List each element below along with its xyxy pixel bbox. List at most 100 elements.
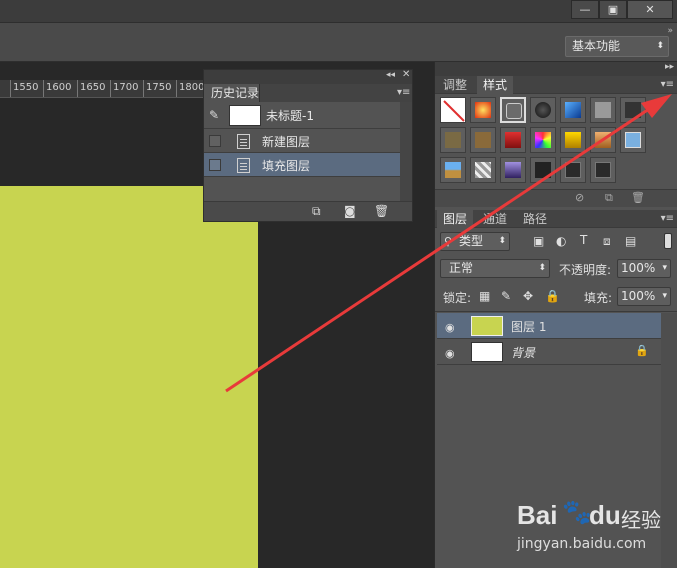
lock-icon: 🔒 — [635, 344, 649, 357]
adjustment-filter-icon[interactable]: ◐ — [556, 234, 566, 248]
ruler-tick: 1800 — [179, 82, 204, 93]
paw-icon: 🐾 — [562, 498, 592, 526]
style-none-swatch[interactable] — [440, 97, 466, 123]
chevron-updown-icon: ⬍ — [656, 41, 664, 51]
history-brush-icon: ✎ — [209, 108, 220, 122]
workspace-select[interactable]: 基本功能 ⬍ — [565, 36, 669, 57]
divider — [435, 311, 677, 312]
camera-icon[interactable]: ◙ — [344, 204, 356, 218]
tab-history[interactable]: 历史记录 — [204, 84, 260, 102]
style-swatch[interactable] — [440, 127, 466, 153]
shape-filter-icon[interactable]: ⧈ — [603, 234, 611, 249]
tab-adjustments[interactable]: 调整 — [437, 76, 473, 94]
styles-tabrow: 调整 样式 ▾≡ — [435, 76, 677, 94]
style-swatch-selected[interactable] — [500, 97, 526, 123]
watermark-cn: 经验 — [621, 508, 661, 532]
history-item[interactable]: 新建图层 — [204, 129, 400, 153]
collapse-icon[interactable]: » — [667, 26, 673, 36]
ruler-tick: 1750 — [146, 82, 172, 93]
opacity-value: 100% — [621, 261, 656, 275]
style-swatch[interactable] — [500, 127, 526, 153]
layer-name[interactable]: 图层 1 — [511, 318, 546, 335]
document-fill[interactable] — [0, 186, 258, 568]
fill-value: 100% — [621, 289, 656, 303]
blend-mode-select[interactable]: 正常 ⬍ — [440, 259, 550, 278]
history-item[interactable]: 填充图层 — [204, 153, 400, 177]
tab-channels[interactable]: 通道 — [477, 210, 513, 228]
eye-icon[interactable]: ◉ — [445, 321, 455, 334]
horizontal-ruler: 1550 1600 1650 1700 1750 1800 — [0, 80, 204, 98]
restore-button[interactable]: ▣ — [599, 0, 627, 19]
style-swatch[interactable] — [590, 127, 616, 153]
history-panel-header: ◂◂ ✕ — [204, 69, 412, 84]
new-style-icon[interactable]: ⧉ — [605, 191, 613, 205]
snapshot-thumbnail — [229, 105, 261, 126]
style-swatch[interactable] — [530, 157, 556, 183]
style-swatch[interactable] — [590, 157, 616, 183]
history-footer: ⧉ ◙ 🗑 — [204, 201, 412, 221]
eye-icon[interactable]: ◉ — [445, 347, 455, 360]
lock-transparency-icon[interactable]: ▦ — [479, 289, 490, 303]
style-swatch[interactable] — [500, 157, 526, 183]
expand-icon[interactable]: ▸▸ — [665, 62, 674, 72]
trash-icon[interactable]: 🗑 — [631, 191, 645, 204]
ruler-tick: 1550 — [13, 82, 39, 93]
layer-name[interactable]: 背景 — [511, 344, 535, 361]
layer-filter-select[interactable]: ⚲ 类型 ⬍ — [440, 232, 510, 251]
panel-menu-icon[interactable]: ▾≡ — [397, 87, 410, 98]
history-state-icon — [237, 134, 250, 149]
tab-styles[interactable]: 样式 — [477, 76, 514, 94]
style-swatch[interactable] — [560, 97, 586, 123]
panel-menu-icon[interactable]: ▾≡ — [661, 213, 674, 224]
style-swatch[interactable] — [620, 97, 646, 123]
panel-menu-icon[interactable]: ▾≡ — [661, 79, 674, 90]
style-swatch[interactable] — [470, 127, 496, 153]
type-filter-icon[interactable]: T — [580, 233, 587, 247]
trash-icon[interactable]: 🗑 — [374, 204, 389, 218]
filter-toggle[interactable] — [664, 233, 672, 249]
layer-row[interactable]: ◉ 背景 🔒 — [437, 339, 661, 365]
style-swatch[interactable] — [590, 97, 616, 123]
layer-thumbnail — [471, 342, 503, 362]
style-swatch[interactable] — [470, 157, 496, 183]
style-swatch[interactable] — [470, 97, 496, 123]
lock-pixels-icon[interactable]: ✎ — [501, 289, 511, 303]
style-swatch[interactable] — [560, 157, 586, 183]
history-snapshot[interactable]: ✎ 未标题-1 — [204, 102, 400, 129]
new-document-icon[interactable]: ⧉ — [312, 204, 321, 219]
lock-all-icon[interactable]: 🔒 — [545, 289, 560, 303]
opacity-input[interactable]: 100% ▾ — [617, 259, 671, 278]
style-swatch[interactable] — [530, 97, 556, 123]
ruler-tick: 1600 — [46, 82, 72, 93]
close-button[interactable]: ✕ — [627, 0, 673, 19]
search-icon: ⚲ — [444, 235, 453, 248]
style-swatch[interactable] — [560, 127, 586, 153]
history-scrollbar[interactable] — [400, 102, 412, 201]
snapshot-label: 未标题-1 — [266, 109, 314, 123]
lock-position-icon[interactable]: ✥ — [523, 289, 533, 303]
smart-object-filter-icon[interactable]: ▤ — [625, 234, 636, 248]
history-state-icon — [237, 158, 250, 173]
minimize-button[interactable]: — — [571, 0, 599, 19]
style-swatch[interactable] — [620, 127, 646, 153]
style-swatch[interactable] — [530, 127, 556, 153]
tab-layers[interactable]: 图层 — [437, 210, 474, 228]
ruler-tick: 1650 — [80, 82, 106, 93]
chevron-down-icon: ▾ — [662, 291, 667, 301]
watermark-brand: Bai — [517, 500, 558, 530]
clear-style-icon[interactable]: ⊘ — [575, 191, 584, 204]
close-icon[interactable]: ✕ — [402, 69, 410, 80]
baidu-watermark: Bai 🐾 du 经验 jingyan.baidu.com — [515, 492, 675, 564]
tab-paths[interactable]: 路径 — [517, 210, 553, 228]
watermark-brand-suffix: du — [589, 500, 621, 530]
layer-row[interactable]: ◉ 图层 1 — [437, 313, 661, 339]
fill-label: 填充: — [584, 291, 613, 305]
style-swatch[interactable] — [440, 157, 466, 183]
history-checkbox[interactable] — [209, 159, 221, 171]
workspace-label: 基本功能 — [572, 39, 621, 53]
ruler-tick: 1700 — [113, 82, 139, 93]
history-checkbox[interactable] — [209, 135, 221, 147]
fill-input[interactable]: 100% ▾ — [617, 287, 671, 306]
pixel-filter-icon[interactable]: ▣ — [533, 234, 544, 248]
collapse-icon[interactable]: ◂◂ — [386, 70, 395, 80]
